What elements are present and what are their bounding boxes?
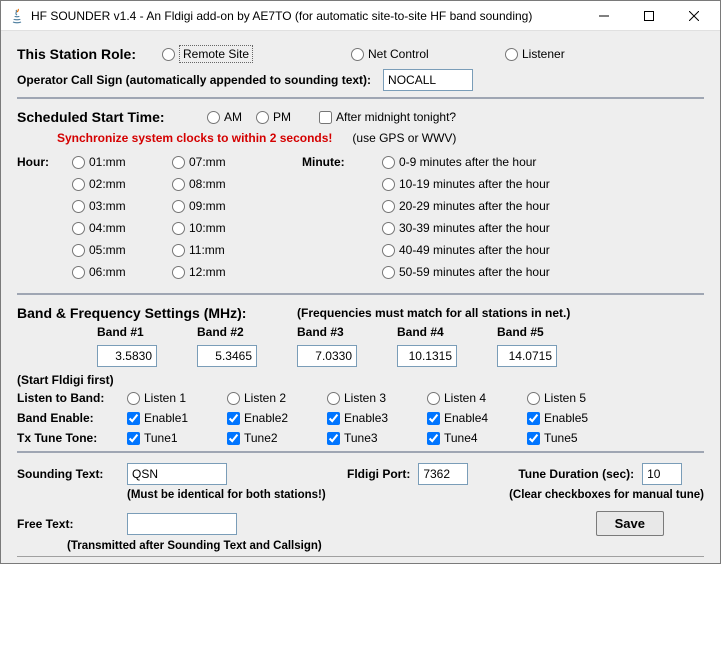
save-button[interactable]: Save bbox=[596, 511, 664, 536]
band-freq-2[interactable] bbox=[197, 345, 257, 367]
hour-07[interactable]: 07:mm bbox=[172, 155, 288, 169]
schedule-label: Scheduled Start Time: bbox=[17, 109, 207, 125]
hour-11[interactable]: 11:mm bbox=[172, 243, 288, 257]
bands-note: (Frequencies must match for all stations… bbox=[297, 306, 570, 320]
listen-label: Listen to Band: bbox=[17, 391, 127, 405]
minimize-button[interactable] bbox=[581, 1, 626, 30]
band-freq-5[interactable] bbox=[497, 345, 557, 367]
listen-1[interactable]: Listen 1 bbox=[127, 391, 213, 405]
min-10-19[interactable]: 10-19 minutes after the hour bbox=[382, 177, 550, 191]
minute-label: Minute: bbox=[302, 155, 345, 169]
listen-3[interactable]: Listen 3 bbox=[327, 391, 413, 405]
bands-heading: Band & Frequency Settings (MHz): bbox=[17, 305, 297, 321]
close-button[interactable] bbox=[671, 1, 716, 30]
hour-label: Hour: bbox=[17, 155, 49, 169]
duration-input[interactable] bbox=[642, 463, 682, 485]
tune-2[interactable]: Tune2 bbox=[227, 431, 313, 445]
min-30-39[interactable]: 30-39 minutes after the hour bbox=[382, 221, 550, 235]
role-net-radio[interactable]: Net Control bbox=[351, 47, 491, 61]
hour-01[interactable]: 01:mm bbox=[72, 155, 158, 169]
sync-warning: Synchronize system clocks to within 2 se… bbox=[57, 131, 332, 145]
band-header-3: Band #3 bbox=[297, 325, 397, 339]
hour-09[interactable]: 09:mm bbox=[172, 199, 288, 213]
hour-12[interactable]: 12:mm bbox=[172, 265, 288, 279]
enable-3[interactable]: Enable3 bbox=[327, 411, 413, 425]
maximize-button[interactable] bbox=[626, 1, 671, 30]
pm-radio[interactable]: PM bbox=[256, 110, 291, 124]
port-input[interactable] bbox=[418, 463, 468, 485]
min-0-9[interactable]: 0-9 minutes after the hour bbox=[382, 155, 550, 169]
role-remote-radio[interactable]: Remote Site bbox=[162, 45, 337, 63]
am-radio[interactable]: AM bbox=[207, 110, 242, 124]
band-freq-3[interactable] bbox=[297, 345, 357, 367]
enable-2[interactable]: Enable2 bbox=[227, 411, 313, 425]
callsign-input[interactable] bbox=[383, 69, 473, 91]
hour-04[interactable]: 04:mm bbox=[72, 221, 158, 235]
hour-06[interactable]: 06:mm bbox=[72, 265, 158, 279]
java-icon bbox=[9, 8, 25, 24]
listen-5[interactable]: Listen 5 bbox=[527, 391, 613, 405]
band-header-5: Band #5 bbox=[497, 325, 597, 339]
tune-3[interactable]: Tune3 bbox=[327, 431, 413, 445]
band-freq-1[interactable] bbox=[97, 345, 157, 367]
gps-note: (use GPS or WWV) bbox=[352, 131, 456, 145]
min-20-29[interactable]: 20-29 minutes after the hour bbox=[382, 199, 550, 213]
free-label: Free Text: bbox=[17, 517, 127, 531]
sounding-note: (Must be identical for both stations!) bbox=[127, 489, 326, 501]
tune-5[interactable]: Tune5 bbox=[527, 431, 613, 445]
station-role-label: This Station Role: bbox=[17, 46, 162, 62]
start-fldigi-note: (Start Fldigi first) bbox=[17, 373, 114, 387]
duration-note: (Clear checkboxes for manual tune) bbox=[509, 489, 704, 501]
sounding-input[interactable] bbox=[127, 463, 227, 485]
enable-4[interactable]: Enable4 bbox=[427, 411, 513, 425]
free-input[interactable] bbox=[127, 513, 237, 535]
hour-02[interactable]: 02:mm bbox=[72, 177, 158, 191]
tune-label: Tx Tune Tone: bbox=[17, 431, 127, 445]
band-header-4: Band #4 bbox=[397, 325, 497, 339]
enable-1[interactable]: Enable1 bbox=[127, 411, 213, 425]
free-note: (Transmitted after Sounding Text and Cal… bbox=[67, 540, 322, 552]
callsign-label: Operator Call Sign (automatically append… bbox=[17, 73, 371, 87]
window-title: HF SOUNDER v1.4 - An Fldigi add-on by AE… bbox=[31, 9, 581, 23]
title-bar: HF SOUNDER v1.4 - An Fldigi add-on by AE… bbox=[1, 1, 720, 31]
tune-4[interactable]: Tune4 bbox=[427, 431, 513, 445]
duration-label: Tune Duration (sec): bbox=[518, 467, 634, 481]
band-header-1: Band #1 bbox=[97, 325, 197, 339]
hour-10[interactable]: 10:mm bbox=[172, 221, 288, 235]
after-midnight-checkbox[interactable]: After midnight tonight? bbox=[319, 110, 456, 124]
port-label: Fldigi Port: bbox=[347, 467, 410, 481]
min-50-59[interactable]: 50-59 minutes after the hour bbox=[382, 265, 550, 279]
hour-03[interactable]: 03:mm bbox=[72, 199, 158, 213]
min-40-49[interactable]: 40-49 minutes after the hour bbox=[382, 243, 550, 257]
sounding-label: Sounding Text: bbox=[17, 467, 127, 481]
band-freq-4[interactable] bbox=[397, 345, 457, 367]
band-header-2: Band #2 bbox=[197, 325, 297, 339]
enable-label: Band Enable: bbox=[17, 411, 127, 425]
listen-2[interactable]: Listen 2 bbox=[227, 391, 313, 405]
role-listener-radio[interactable]: Listener bbox=[505, 47, 565, 61]
hour-08[interactable]: 08:mm bbox=[172, 177, 288, 191]
tune-1[interactable]: Tune1 bbox=[127, 431, 213, 445]
listen-4[interactable]: Listen 4 bbox=[427, 391, 513, 405]
enable-5[interactable]: Enable5 bbox=[527, 411, 613, 425]
hour-05[interactable]: 05:mm bbox=[72, 243, 158, 257]
